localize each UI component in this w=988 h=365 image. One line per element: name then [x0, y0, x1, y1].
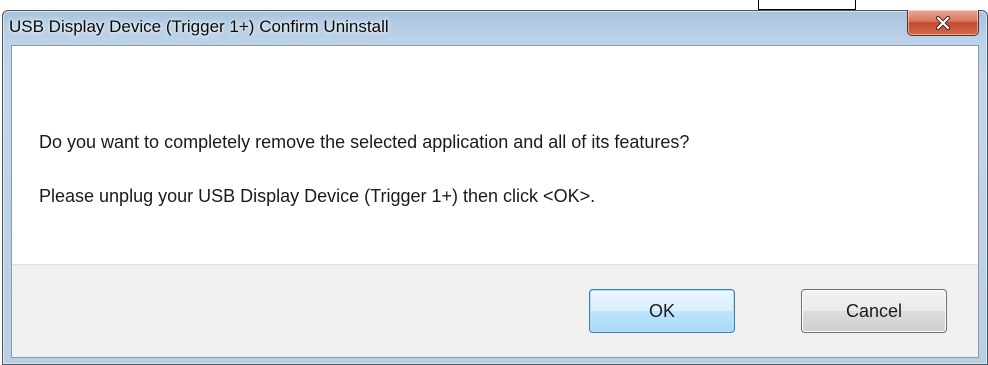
confirm-uninstall-dialog: USB Display Device (Trigger 1+) Confirm … — [2, 10, 988, 365]
background-box — [758, 0, 856, 10]
screen: USB Display Device (Trigger 1+) Confirm … — [0, 0, 988, 365]
close-icon — [935, 15, 951, 30]
title-bar[interactable]: USB Display Device (Trigger 1+) Confirm … — [3, 10, 987, 45]
message-question: Do you want to completely remove the sel… — [39, 132, 690, 152]
message-area: Do you want to completely remove the sel… — [12, 46, 978, 264]
window-title: USB Display Device (Trigger 1+) Confirm … — [9, 17, 389, 36]
cancel-button[interactable]: Cancel — [801, 289, 947, 333]
dialog-client-area: Do you want to completely remove the sel… — [11, 45, 979, 358]
close-button[interactable] — [907, 10, 979, 36]
message-instruction: Please unplug your USB Display Device (T… — [39, 186, 596, 206]
ok-button[interactable]: OK — [589, 289, 735, 333]
button-bar: OK Cancel — [12, 264, 978, 357]
